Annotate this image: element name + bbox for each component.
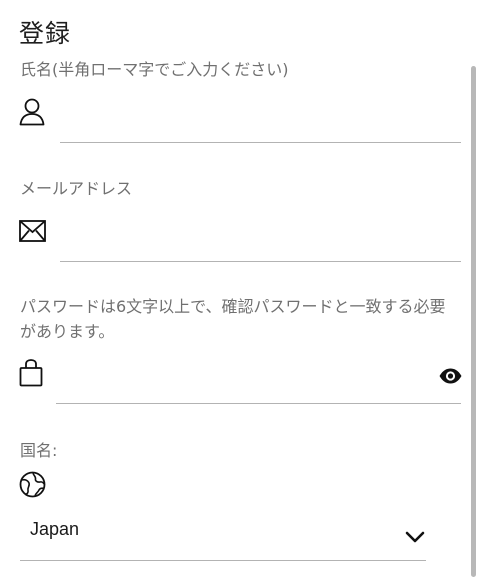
country-select[interactable]	[20, 508, 426, 560]
person-icon	[19, 98, 45, 130]
envelope-icon	[19, 220, 46, 246]
lock-icon	[19, 359, 43, 391]
name-label: 氏名(半角ローマ字でご入力ください)	[20, 60, 289, 79]
globe-icon	[19, 471, 46, 502]
chevron-down-icon[interactable]	[405, 528, 425, 543]
country-select-underline	[20, 560, 426, 561]
name-field[interactable]	[62, 108, 457, 136]
password-field-underline	[56, 403, 461, 404]
password-field[interactable]	[60, 364, 430, 392]
name-field-underline	[60, 142, 461, 143]
country-label: 国名:	[20, 441, 58, 460]
scrollbar[interactable]	[471, 66, 476, 577]
password-label: パスワードは6文字以上で、確認パスワードと一致する必要があります。	[20, 297, 446, 341]
country-value: Japan	[30, 519, 80, 539]
email-field[interactable]	[62, 227, 457, 255]
email-label: メールアドレス	[20, 179, 133, 198]
eye-icon[interactable]	[439, 368, 462, 384]
email-field-underline	[60, 261, 461, 262]
page-title: 登録	[19, 19, 72, 48]
